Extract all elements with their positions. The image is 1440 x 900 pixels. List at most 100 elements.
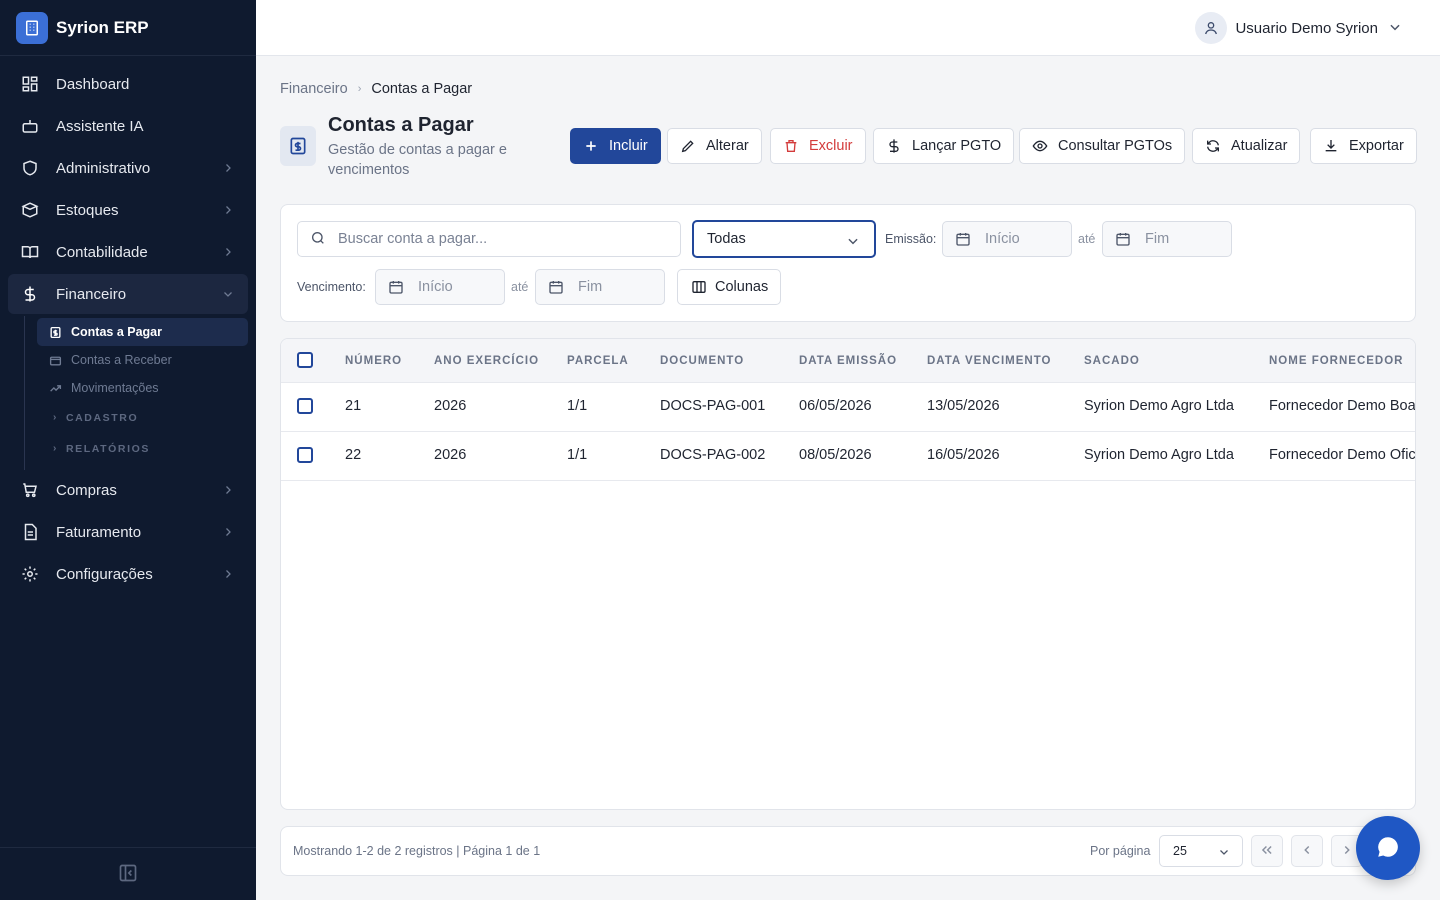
breadcrumb: Financeiro › Contas a Pagar: [280, 81, 472, 97]
chevrons-left-icon: [1260, 843, 1274, 860]
submenu-group-cadastro[interactable]: › CADASTRO: [37, 402, 248, 433]
chevron-left-icon: [1300, 843, 1314, 860]
sidebar-item-configuracoes[interactable]: Configurações: [8, 554, 248, 594]
table-cell: 2026: [434, 447, 467, 463]
sidebar-item-administrativo[interactable]: Administrativo: [8, 148, 248, 188]
app-name: Syrion ERP: [56, 17, 149, 37]
atualizar-label: Atualizar: [1231, 138, 1288, 154]
emissao-label: Emissão:: [885, 232, 937, 246]
exportar-label: Exportar: [1349, 138, 1404, 154]
column-header[interactable]: NOME FORNECEDOR: [1269, 355, 1403, 367]
collapse-sidebar-icon[interactable]: [118, 863, 138, 886]
table-cell: 06/05/2026: [799, 398, 872, 414]
column-header[interactable]: SACADO: [1084, 355, 1140, 367]
trash-icon: [783, 138, 799, 154]
table-cell: 13/05/2026: [927, 398, 1000, 414]
exportar-button[interactable]: Exportar: [1310, 128, 1417, 164]
status-select-value: Todas: [707, 231, 746, 247]
sidebar-nav: Dashboard Assistente IA Administrativo E…: [0, 56, 256, 594]
colunas-label: Colunas: [715, 279, 769, 295]
vencimento-start-placeholder: Início: [418, 279, 453, 295]
atualizar-button[interactable]: Atualizar: [1192, 128, 1301, 164]
status-select[interactable]: Todas: [692, 220, 876, 258]
sidebar-item-contabilidade[interactable]: Contabilidade: [8, 232, 248, 272]
consultar-pgtos-button[interactable]: Consultar PGTOs: [1019, 128, 1186, 164]
file-icon: [20, 522, 40, 542]
ate-label: até: [511, 280, 529, 294]
chevron-down-icon: [846, 234, 860, 252]
data-table: NÚMERO ANO EXERCÍCIO PARCELA DOCUMENTO D…: [280, 338, 1416, 810]
emissao-end-field[interactable]: Fim: [1102, 221, 1232, 257]
excluir-button[interactable]: Excluir: [770, 128, 866, 164]
lancar-pgto-button[interactable]: Lançar PGTO: [873, 128, 1015, 164]
table-row[interactable]: 22 2026 1/1 DOCS-PAG-002 08/05/2026 16/0…: [281, 432, 1415, 481]
colunas-button[interactable]: Colunas: [677, 269, 781, 305]
sidebar-item-financeiro[interactable]: Financeiro: [8, 274, 248, 314]
chevron-right-icon: ›: [53, 412, 58, 423]
chat-fab-button[interactable]: [1356, 816, 1420, 880]
search-field[interactable]: [297, 221, 681, 257]
sidebar-item-label: Estoques: [56, 201, 119, 219]
select-all-checkbox[interactable]: [297, 352, 313, 368]
sidebar-item-faturamento[interactable]: Faturamento: [8, 512, 248, 552]
user-icon: [1195, 12, 1228, 44]
breadcrumb-parent[interactable]: Financeiro: [280, 81, 348, 97]
sidebar-item-dashboard[interactable]: Dashboard: [8, 64, 248, 104]
breadcrumb-separator-icon: ›: [357, 83, 362, 95]
submenu-group-relatorios[interactable]: › RELATÓRIOS: [37, 433, 248, 464]
column-header[interactable]: PARCELA: [567, 355, 629, 367]
excluir-label: Excluir: [809, 138, 853, 154]
chevron-down-icon: [1388, 20, 1402, 37]
column-header[interactable]: DATA EMISSÃO: [799, 355, 897, 367]
emissao-end-placeholder: Fim: [1145, 231, 1170, 247]
sidebar-item-compras[interactable]: Compras: [8, 470, 248, 510]
chevron-down-icon: [224, 292, 232, 297]
emissao-start-field[interactable]: Início: [942, 221, 1072, 257]
alterar-button[interactable]: Alterar: [667, 128, 762, 164]
sidebar-item-estoques[interactable]: Estoques: [8, 190, 248, 230]
pagination-bar: Mostrando 1-2 de 2 registros | Página 1 …: [280, 826, 1416, 876]
sidebar-item-label: Assistente IA: [56, 117, 144, 135]
dashboard-icon: [20, 74, 40, 94]
brand[interactable]: Syrion ERP: [0, 0, 256, 56]
prev-page-button[interactable]: [1291, 835, 1323, 867]
alterar-label: Alterar: [706, 138, 749, 154]
per-page-select[interactable]: 25: [1159, 835, 1243, 867]
column-header[interactable]: DATA VENCIMENTO: [927, 355, 1051, 367]
chevron-right-icon: ›: [53, 443, 58, 454]
table-header: NÚMERO ANO EXERCÍCIO PARCELA DOCUMENTO D…: [281, 339, 1415, 383]
pagination-info: Mostrando 1-2 de 2 registros | Página 1 …: [293, 844, 541, 858]
emissao-start-placeholder: Início: [985, 231, 1020, 247]
table-row[interactable]: 21 2026 1/1 DOCS-PAG-001 06/05/2026 13/0…: [281, 383, 1416, 432]
filters-panel: Todas Emissão: Início até Fim Vencimento…: [280, 204, 1416, 322]
ate-label: até: [1078, 232, 1096, 246]
topbar: Usuario Demo Syrion: [256, 0, 1440, 56]
chevron-right-icon: [226, 570, 231, 578]
column-header[interactable]: DOCUMENTO: [660, 355, 744, 367]
column-header[interactable]: NÚMERO: [345, 355, 402, 367]
table-cell: 16/05/2026: [927, 447, 1000, 463]
submenu-item-label: Contas a Receber: [71, 353, 172, 367]
first-page-button[interactable]: [1251, 835, 1283, 867]
lancar-pgto-label: Lançar PGTO: [912, 138, 1002, 154]
book-icon: [20, 242, 40, 262]
page-subtitle: Gestão de contas a pagar e vencimentos: [328, 142, 507, 178]
table-cell: Fornecedor Demo Boa: [1269, 398, 1416, 414]
vencimento-start-field[interactable]: Início: [375, 269, 505, 305]
chevron-down-icon: [1218, 846, 1230, 861]
submenu-item-movimentacoes[interactable]: Movimentações: [37, 374, 248, 402]
search-input[interactable]: [338, 231, 658, 247]
chevron-right-icon: [1340, 843, 1354, 860]
receipt-icon: [49, 325, 63, 339]
row-checkbox[interactable]: [297, 447, 313, 463]
table-cell: DOCS-PAG-001: [660, 398, 766, 414]
row-checkbox[interactable]: [297, 398, 313, 414]
column-header[interactable]: ANO EXERCÍCIO: [434, 355, 539, 367]
vencimento-end-field[interactable]: Fim: [535, 269, 665, 305]
submenu-item-contas-a-pagar[interactable]: Contas a Pagar: [37, 318, 248, 346]
submenu-item-contas-a-receber[interactable]: Contas a Receber: [37, 346, 248, 374]
sidebar-item-assistente-ia[interactable]: Assistente IA: [8, 106, 248, 146]
sidebar-item-label: Contabilidade: [56, 243, 148, 261]
user-menu[interactable]: Usuario Demo Syrion: [1195, 12, 1402, 44]
incluir-button[interactable]: Incluir: [570, 128, 661, 164]
